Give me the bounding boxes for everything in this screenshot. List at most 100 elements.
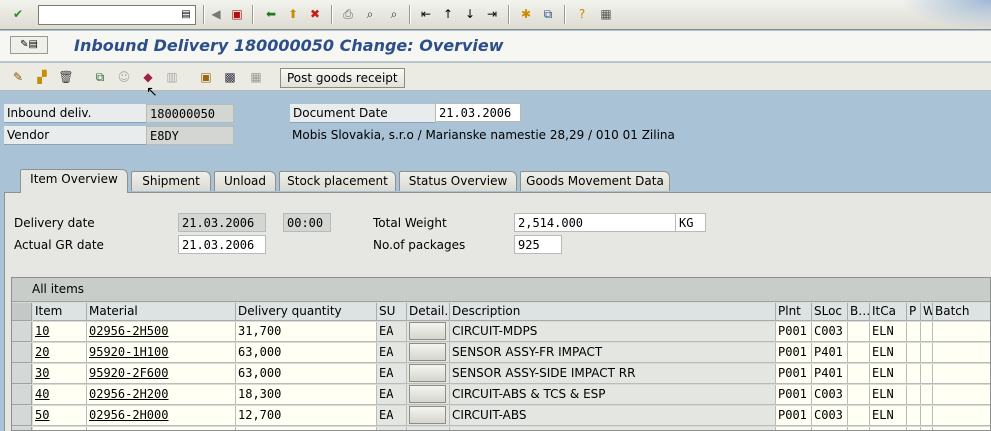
cell-item-category[interactable]: ELN (870, 364, 907, 384)
tab-shipment[interactable]: Shipment (131, 171, 211, 191)
cell-batch-empty[interactable] (933, 427, 990, 430)
cell-batch-indicator[interactable] (848, 364, 870, 384)
back-arrow-icon[interactable]: ◀ (206, 4, 226, 24)
exit-icon[interactable]: ⬆ (283, 4, 303, 24)
layout-icon[interactable]: ▦ (596, 4, 616, 24)
history-dropdown-icon[interactable]: ▤ (178, 5, 194, 25)
tab-goods-movement-data[interactable]: Goods Movement Data (520, 171, 670, 191)
save-icon[interactable]: ▣ (227, 4, 247, 24)
shortcut-icon[interactable]: ⧉ (538, 4, 558, 24)
tab-status-overview[interactable]: Status Overview (399, 171, 517, 191)
cell-item-empty[interactable] (33, 427, 87, 430)
print-icon[interactable]: ⎙ (338, 4, 358, 24)
cell-p[interactable] (907, 406, 921, 426)
column-header-detail[interactable]: Detail… (407, 303, 450, 321)
cell-batch-indicator[interactable] (848, 406, 870, 426)
cell-item-category[interactable]: ELN (870, 322, 907, 342)
cell-storage-location-empty[interactable] (812, 427, 848, 430)
output-icon[interactable]: ▩ (220, 67, 240, 87)
column-header-w[interactable]: W (921, 303, 933, 321)
cell-w[interactable] (921, 343, 933, 363)
actual-gr-date-input[interactable]: 21.03.2006 (178, 235, 266, 254)
cell-batch[interactable] (933, 364, 990, 384)
cell-batch-indicator[interactable] (848, 322, 870, 342)
cell-w[interactable] (921, 385, 933, 405)
cell-item-category-empty[interactable] (870, 427, 907, 430)
new-session-icon[interactable]: ✱ (516, 4, 536, 24)
cell-p[interactable] (907, 364, 921, 384)
cell-plant[interactable]: P001 (776, 406, 812, 426)
cell-item-category[interactable]: ELN (870, 406, 907, 426)
cell-batch-indicator[interactable] (848, 385, 870, 405)
command-field[interactable] (38, 5, 196, 25)
cell-material-empty[interactable] (87, 427, 236, 430)
row-selector[interactable] (12, 385, 32, 405)
detail-button[interactable] (409, 385, 446, 403)
cell-storage-location[interactable]: C003 (812, 385, 848, 405)
cell-plant[interactable]: P001 (776, 385, 812, 405)
no-of-packages-input[interactable]: 925 (514, 235, 562, 254)
cell-batch[interactable] (933, 322, 990, 342)
column-header-delivery-quantity[interactable]: Delivery quantity (236, 303, 377, 321)
row-selector[interactable] (12, 343, 32, 363)
display-change-icon[interactable]: ✎ (8, 67, 28, 87)
copy-icon[interactable]: ⧉ (90, 67, 110, 87)
cell-delivery-quantity[interactable]: 18,300 (236, 385, 377, 405)
cell-w-empty[interactable] (921, 427, 933, 430)
cell-material[interactable]: 95920-2F600 (87, 364, 236, 384)
cell-p[interactable] (907, 343, 921, 363)
tab-unload[interactable]: Unload (214, 171, 276, 191)
cell-delivery-quantity[interactable]: 12,700 (236, 406, 377, 426)
cell-plant[interactable]: P001 (776, 343, 812, 363)
cell-item[interactable]: 30 (33, 364, 87, 384)
cell-item[interactable]: 40 (33, 385, 87, 405)
cell-plant[interactable]: P001 (776, 322, 812, 342)
cell-p[interactable] (907, 385, 921, 405)
cell-material[interactable]: 02956-2H500 (87, 322, 236, 342)
row-selector[interactable] (12, 322, 32, 342)
delete-icon[interactable]: 🗑 (56, 67, 76, 87)
column-header-plnt[interactable]: Plnt (776, 303, 812, 321)
document-date-input[interactable]: 21.03.2006 (435, 103, 521, 122)
cell-plant[interactable]: P001 (776, 364, 812, 384)
select-all-cell[interactable] (12, 303, 32, 321)
cancel-icon[interactable]: ✖ (305, 4, 325, 24)
row-selector[interactable] (12, 427, 32, 430)
row-selector[interactable] (12, 406, 32, 426)
column-header-sloc[interactable]: SLoc (812, 303, 848, 321)
cell-delivery-quantity[interactable]: 31,700 (236, 322, 377, 342)
find-icon[interactable]: ⌕ (360, 4, 380, 24)
column-header-description[interactable]: Description (450, 303, 776, 321)
column-header-su[interactable]: SU (377, 303, 407, 321)
cell-p[interactable] (907, 322, 921, 342)
cell-item[interactable]: 50 (33, 406, 87, 426)
row-selector[interactable] (12, 364, 32, 384)
cell-storage-location[interactable]: P401 (812, 343, 848, 363)
detail-button[interactable] (409, 364, 446, 382)
back-icon[interactable]: ⬅ (261, 4, 281, 24)
cell-w[interactable] (921, 322, 933, 342)
cell-batch[interactable] (933, 385, 990, 405)
cell-storage-location[interactable]: C003 (812, 322, 848, 342)
services-for-object-icon[interactable]: ✎▤ (10, 36, 48, 54)
previous-page-icon[interactable]: ↑ (438, 4, 458, 24)
enter-icon[interactable]: ✔ (8, 4, 28, 24)
pack-icon[interactable]: ▣ (196, 67, 216, 87)
cell-plant-empty[interactable] (776, 427, 812, 430)
cell-delivery-quantity[interactable]: 63,000 (236, 364, 377, 384)
cell-item-category[interactable]: ELN (870, 343, 907, 363)
column-header-material[interactable]: Material (87, 303, 236, 321)
last-page-icon[interactable]: ⇥ (482, 4, 502, 24)
cell-batch-indicator[interactable] (848, 343, 870, 363)
tab-stock-placement[interactable]: Stock placement (279, 171, 396, 191)
column-header-itca[interactable]: ItCa (870, 303, 907, 321)
cell-delivery-quantity[interactable]: 63,000 (236, 343, 377, 363)
cell-delivery-quantity-empty[interactable] (236, 427, 377, 430)
cell-batch[interactable] (933, 343, 990, 363)
column-header-p[interactable]: P (907, 303, 921, 321)
next-page-icon[interactable]: ↓ (460, 4, 480, 24)
cell-storage-location[interactable]: C003 (812, 406, 848, 426)
cell-p-empty[interactable] (907, 427, 921, 430)
cell-material[interactable]: 95920-1H100 (87, 343, 236, 363)
cell-item[interactable]: 20 (33, 343, 87, 363)
